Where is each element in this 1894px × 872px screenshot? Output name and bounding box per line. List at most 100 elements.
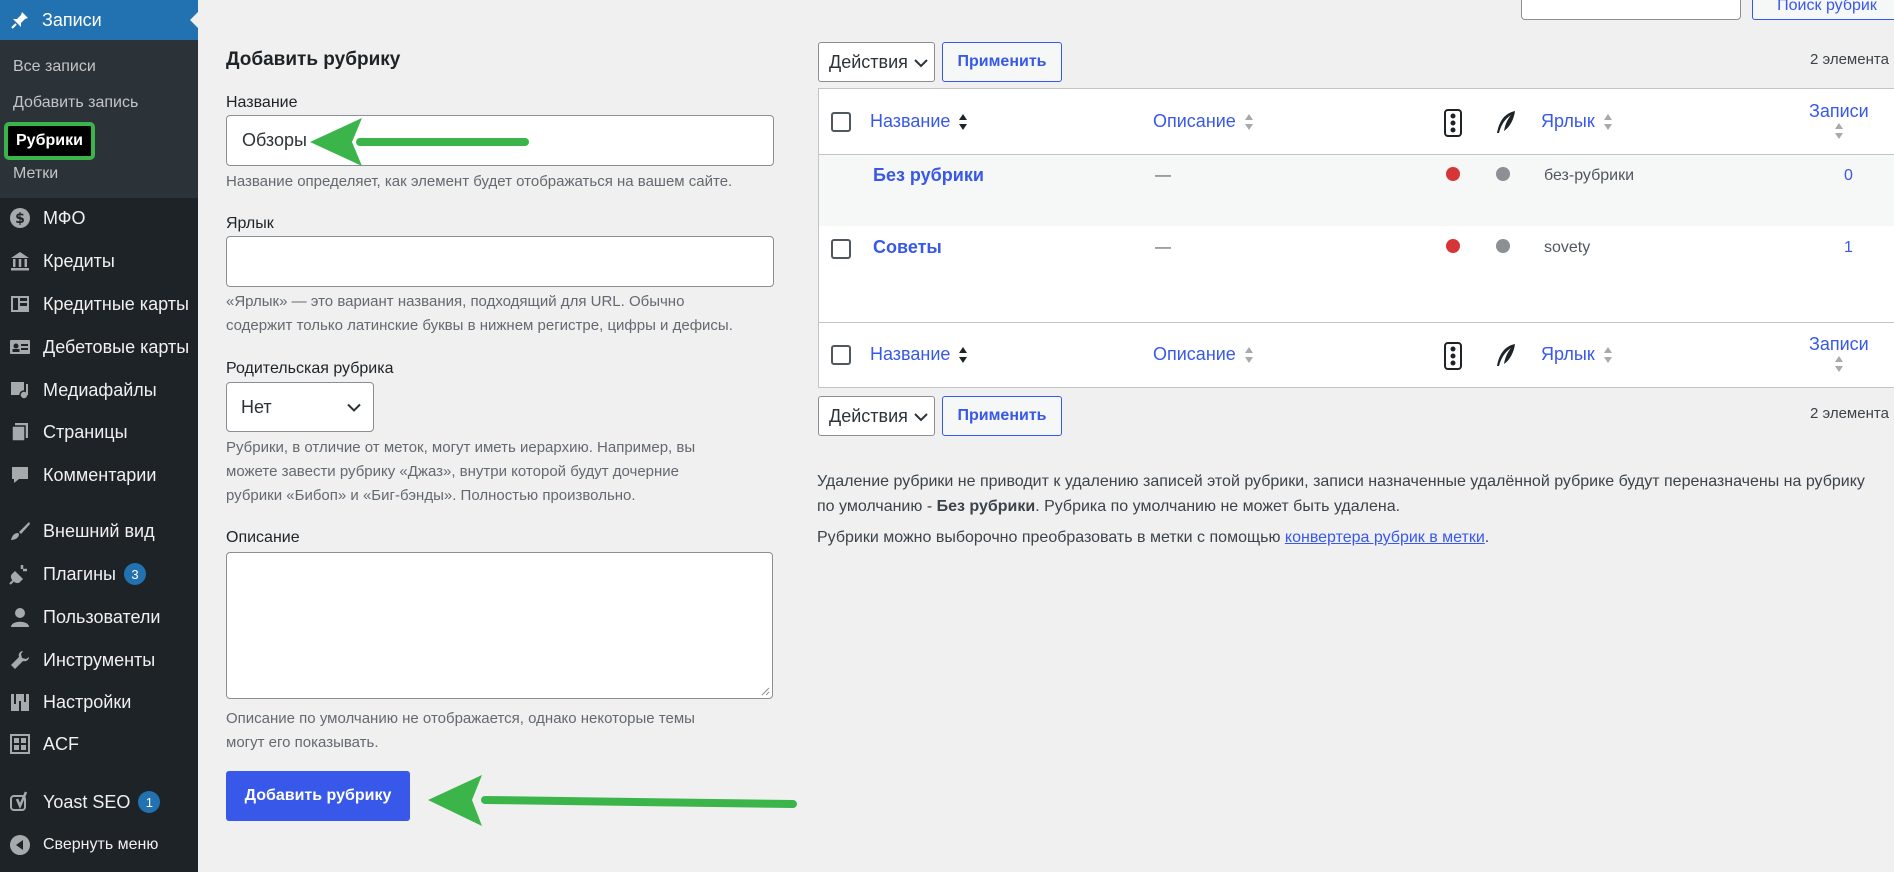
sidebar-item-comments[interactable]: Комментарии (0, 457, 198, 493)
description-label: Описание (226, 529, 300, 546)
category-post-count[interactable]: 0 (1844, 167, 1853, 185)
categories-table: Название Описание Ярлык Записи Без рубри… (818, 88, 1894, 388)
sidebar-item-debit-cards[interactable]: Дебетовые карты (0, 329, 198, 365)
column-count-label: Записи (1809, 101, 1869, 121)
sidebar-item-credit-cards[interactable]: Кредитные карты (0, 286, 198, 322)
select-all-checkbox-footer[interactable] (831, 345, 851, 365)
sidebar-item-credits[interactable]: Кредиты (0, 243, 198, 279)
user-icon (9, 606, 31, 628)
sidebar-item-label: Кредиты (43, 250, 115, 271)
current-menu-notch (190, 12, 198, 28)
sidebar-item-users[interactable]: Пользователи (0, 599, 198, 635)
category-name-link[interactable]: Без рубрики (873, 165, 984, 186)
wrench-icon (9, 649, 31, 671)
resize-handle-icon[interactable] (760, 686, 770, 696)
category-description: — (1155, 239, 1171, 256)
sidebar-item-mfo[interactable]: $ МФО (0, 200, 198, 236)
delete-note-part-1: Удаление рубрики не приводит к удалению … (817, 473, 1865, 490)
admin-sidebar: Записи Все записи Добавить запись Рубрик… (0, 0, 198, 872)
category-name-link[interactable]: Советы (873, 237, 942, 258)
bulk-actions-value: Действия (829, 405, 908, 426)
delete-note-part-2: по умолчанию - (817, 498, 937, 515)
submenu-all-posts[interactable]: Все записи (13, 58, 96, 76)
sidebar-item-label: Настройки (43, 691, 132, 712)
row-checkbox[interactable] (831, 239, 851, 259)
category-search-input[interactable] (1521, 0, 1741, 20)
category-description: — (1155, 167, 1171, 184)
sidebar-item-pages[interactable]: Страницы (0, 414, 198, 450)
brush-icon (9, 520, 31, 542)
search-categories-button[interactable]: Поиск рубрик (1752, 0, 1894, 20)
traffic-light-icon (1443, 342, 1463, 375)
name-input-value: Обзоры (242, 130, 307, 150)
submenu-add-post[interactable]: Добавить запись (13, 94, 138, 112)
sidebar-item-tools[interactable]: Инструменты (0, 642, 198, 678)
bulk-actions-select-top[interactable]: Действия (818, 42, 935, 82)
name-label: Название (226, 94, 298, 111)
column-count-label: Записи (1809, 334, 1869, 354)
column-description-footer[interactable]: Описание (1153, 344, 1254, 365)
sidebar-item-label: Дебетовые карты (43, 336, 190, 357)
seo-score-dot (1446, 167, 1460, 181)
table-header-row: Название Описание Ярлык Записи (819, 89, 1894, 155)
description-help-line-2: могут его показывать. (226, 734, 379, 751)
form-title: Добавить рубрику (226, 49, 401, 70)
parent-label: Родительская рубрика (226, 360, 394, 377)
sidebar-item-label: Yoast SEO (43, 791, 131, 812)
sidebar-item-label: Страницы (43, 421, 128, 442)
sidebar-item-media[interactable]: Медиафайлы (0, 372, 198, 408)
column-count-header[interactable]: Записи (1809, 101, 1869, 145)
submenu-categories[interactable]: Рубрики (4, 122, 95, 160)
apply-button-top[interactable]: Применить (942, 42, 1062, 82)
traffic-light-icon (1443, 109, 1463, 142)
annotation-arrow-icon (428, 775, 797, 826)
bank-icon (9, 250, 31, 272)
bulk-actions-select-bottom[interactable]: Действия (818, 396, 935, 436)
comment-icon (9, 464, 31, 486)
readability-score-dot (1496, 239, 1510, 253)
converter-note-part-2: . (1484, 529, 1490, 546)
yoast-notification-badge: 1 (138, 791, 161, 813)
submenu-tags[interactable]: Метки (13, 165, 58, 183)
default-category-name: Без рубрики (936, 498, 1036, 515)
sidebar-item-label: Комментарии (43, 464, 157, 485)
category-converter-link[interactable]: конвертера рубрик в метки (1285, 529, 1485, 546)
delete-note-part-3: . Рубрика по умолчанию не может быть уда… (1035, 498, 1401, 515)
items-count-bottom: 2 элемента (1810, 405, 1889, 422)
category-post-count[interactable]: 1 (1844, 239, 1853, 257)
column-slug-label: Ярлык (1541, 344, 1595, 364)
table-row: Советы — sovety 1 (819, 226, 1894, 322)
column-name-header[interactable]: Название (870, 111, 968, 132)
parent-category-select[interactable]: Нет (226, 382, 374, 432)
apply-button-bottom[interactable]: Применить (942, 396, 1062, 436)
dollar-icon: $ (9, 207, 31, 229)
slug-input[interactable] (226, 236, 774, 287)
column-slug-footer[interactable]: Ярлык (1541, 344, 1613, 365)
annotation-arrow-icon (310, 118, 529, 166)
sidebar-item-acf[interactable]: ACF (0, 726, 198, 762)
column-description-label: Описание (1153, 111, 1236, 131)
add-category-button[interactable]: Добавить рубрику (226, 771, 410, 821)
column-slug-header[interactable]: Ярлык (1541, 111, 1613, 132)
table-row: Без рубрики — без-рубрики 0 (819, 155, 1894, 226)
category-slug: sovety (1544, 239, 1591, 256)
menu-posts[interactable]: Записи (0, 0, 198, 40)
converter-note: Рубрики можно выборочно преобразовать в … (817, 525, 1887, 550)
description-textarea[interactable] (226, 552, 773, 699)
column-name-footer[interactable]: Название (870, 344, 968, 365)
sort-arrows-icon (1603, 113, 1613, 131)
select-all-checkbox[interactable] (831, 112, 851, 132)
sidebar-item-label: ACF (43, 733, 79, 754)
sort-arrows-icon (1603, 346, 1613, 364)
column-count-footer[interactable]: Записи (1809, 334, 1869, 378)
sidebar-item-settings[interactable]: Настройки (0, 684, 198, 720)
sidebar-item-yoast[interactable]: Yoast SEO 1 (0, 784, 198, 820)
menu-posts-label: Записи (42, 9, 102, 30)
column-description-header[interactable]: Описание (1153, 111, 1254, 132)
id-card-icon (9, 336, 31, 358)
sort-arrows-icon (958, 113, 968, 131)
sidebar-item-plugins[interactable]: Плагины 3 (0, 556, 198, 592)
collapse-menu-button[interactable]: Свернуть меню (0, 827, 198, 863)
posts-submenu: Все записи Добавить запись Рубрики Метки (0, 40, 198, 198)
sidebar-item-appearance[interactable]: Внешний вид (0, 513, 198, 549)
